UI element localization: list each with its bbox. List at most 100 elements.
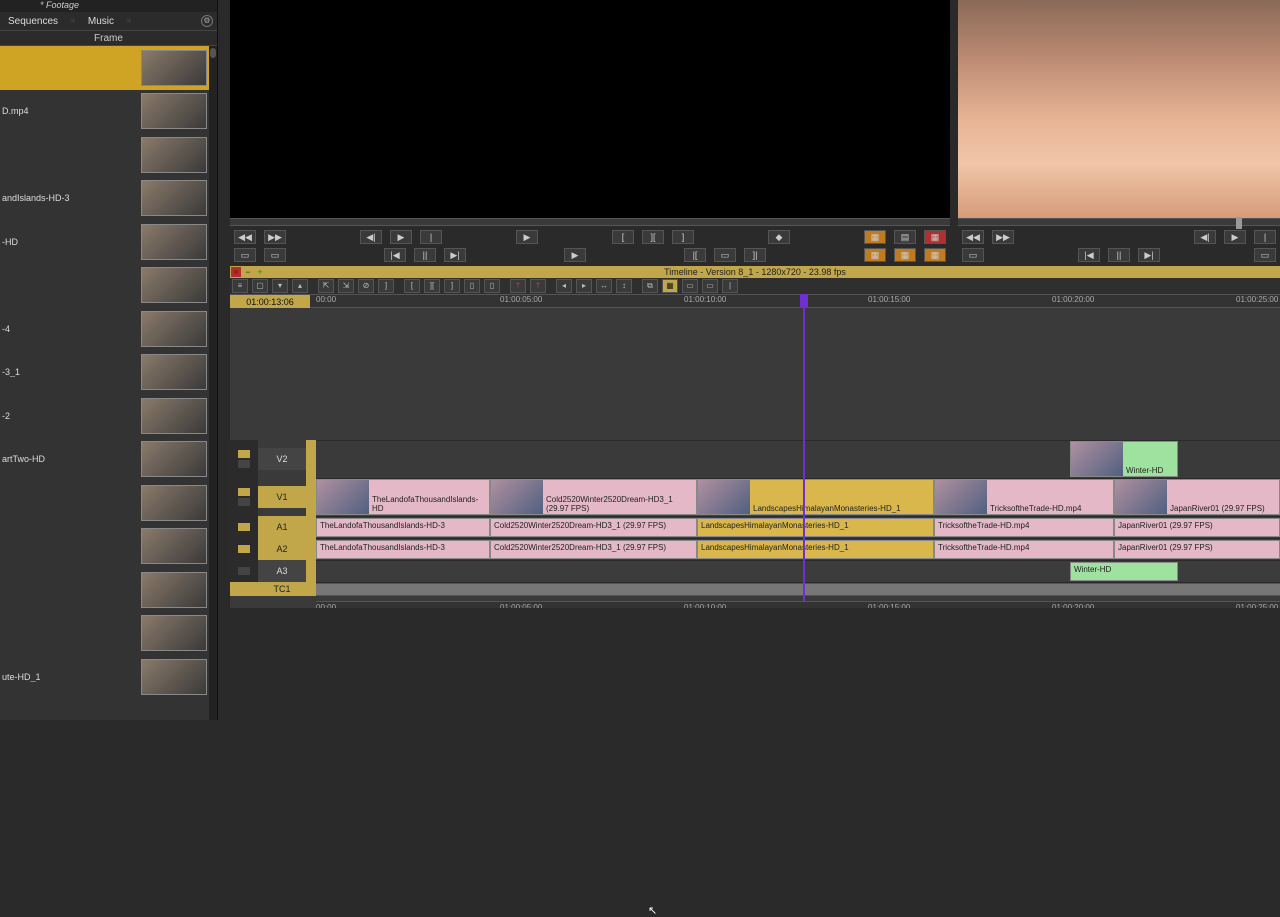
toggle-src-button[interactable]: ▦ <box>864 230 886 244</box>
video-clip[interactable]: LandscapesHimalayanMonasteries-HD_1 <box>697 479 934 515</box>
bin-thumbnail[interactable] <box>141 572 207 608</box>
track-v2[interactable]: Winter-HD <box>316 440 1280 478</box>
extract-button[interactable]: ⇲ <box>338 279 354 293</box>
audio-clip[interactable]: Cold2520Winter2520Dream-HD3_1 (29.97 FPS… <box>490 540 697 559</box>
timecode-readout[interactable]: 01:00:13:06 <box>230 295 310 309</box>
pause-button[interactable]: || <box>1108 248 1130 262</box>
audio-clip[interactable]: TricksoftheTrade-HD.mp4 <box>934 540 1114 559</box>
play-in-out-button[interactable]: ▶ <box>516 230 538 244</box>
mark-in-button[interactable]: [ <box>404 279 420 293</box>
bin-row[interactable] <box>0 481 209 525</box>
slide-button[interactable]: ↕ <box>616 279 632 293</box>
pause-button[interactable]: || <box>414 248 436 262</box>
close-window-icon[interactable]: × <box>231 267 241 277</box>
jog-back-button[interactable]: |◀ <box>1078 248 1100 262</box>
bin-row[interactable]: -3_1 <box>0 351 209 395</box>
goto-out-button[interactable]: ]| <box>744 248 766 262</box>
bin-row[interactable] <box>0 133 209 177</box>
clear-button[interactable]: ▭ <box>234 248 256 262</box>
bin-column-header[interactable]: Frame <box>0 30 217 46</box>
marker-button[interactable]: ◆ <box>768 230 790 244</box>
replace-button[interactable]: ▦ <box>924 248 946 262</box>
out-button[interactable]: ] <box>378 279 394 293</box>
bin-thumbnail[interactable] <box>141 485 207 521</box>
bin-thumbnail[interactable] <box>141 528 207 564</box>
view-icon[interactable]: ▢ <box>252 279 268 293</box>
track-a2[interactable]: TheLandofaThousandIslands-HD-3Cold2520Wi… <box>316 538 1280 560</box>
bin-row[interactable]: ute-HD_1 <box>0 655 209 699</box>
bin-row[interactable]: -HD <box>0 220 209 264</box>
sync-button[interactable]: ▭ <box>682 279 698 293</box>
menu-icon[interactable]: ≡ <box>232 279 248 293</box>
extract-button[interactable]: ▭ <box>1254 248 1276 262</box>
fast-forward-button[interactable]: ▶▶ <box>992 230 1014 244</box>
bin-tab-music[interactable]: Music <box>80 14 122 29</box>
loop-button[interactable]: ▶ <box>564 248 586 262</box>
jog-back-button[interactable]: |◀ <box>384 248 406 262</box>
bin-row[interactable]: -4 <box>0 307 209 351</box>
add-edit-button[interactable]: † <box>510 279 526 293</box>
bin-thumbnail[interactable] <box>141 354 207 390</box>
head-button[interactable]: ▭ <box>702 279 718 293</box>
program-monitor[interactable] <box>958 0 1280 218</box>
bin-row[interactable] <box>0 568 209 612</box>
bin-thumbnail[interactable] <box>141 398 207 434</box>
source-scrub-bar[interactable] <box>230 218 950 226</box>
close-icon[interactable]: × <box>126 16 132 27</box>
scroll-thumb[interactable] <box>210 48 216 58</box>
zoom-bar[interactable] <box>230 608 1280 616</box>
tail-button[interactable]: | <box>722 279 738 293</box>
track-a1[interactable]: TheLandofaThousandIslands-HD-3Cold2520Wi… <box>316 516 1280 538</box>
video-clip[interactable]: Winter-HD <box>1070 441 1178 477</box>
link-button[interactable]: ⧉ <box>642 279 658 293</box>
clear-in-button[interactable]: ▯ <box>464 279 480 293</box>
jog-fwd-button[interactable]: ▶| <box>444 248 466 262</box>
bin-thumbnail[interactable] <box>141 311 207 347</box>
track-header-v2[interactable]: V2 <box>230 440 316 478</box>
program-scrub-bar[interactable] <box>958 218 1280 226</box>
video-clip[interactable]: JapanRiver01 (29.97 FPS) <box>1114 479 1280 515</box>
audio-clip[interactable]: LandscapesHimalayanMonasteries-HD_1 <box>697 518 934 537</box>
bin-row[interactable]: D.mp4 <box>0 90 209 134</box>
track-header-a3[interactable]: A3 <box>230 560 316 582</box>
timeline-ruler[interactable]: 01:00:13:06 00:0001:00:05:0001:00:10:000… <box>230 294 1280 308</box>
bin-thumbnail[interactable] <box>141 615 207 651</box>
goto-in-button[interactable]: |[ <box>684 248 706 262</box>
audio-clip[interactable]: JapanRiver01 (29.97 FPS) <box>1114 540 1280 559</box>
insert-button[interactable]: ▦ <box>864 248 886 262</box>
fast-forward-button[interactable]: ▶▶ <box>264 230 286 244</box>
chevron-down-icon[interactable]: ▾ <box>272 279 288 293</box>
up-icon[interactable]: ▴ <box>292 279 308 293</box>
mark-clip-button[interactable]: ][ <box>424 279 440 293</box>
close-icon[interactable]: × <box>70 16 76 27</box>
mark-clip-button[interactable]: ][ <box>642 230 664 244</box>
bin-row[interactable] <box>0 264 209 308</box>
mark-out-button[interactable]: ] <box>444 279 460 293</box>
bin-scrollbar[interactable] <box>209 46 217 720</box>
audio-clip[interactable]: TheLandofaThousandIslands-HD-3 <box>316 540 490 559</box>
playhead[interactable] <box>803 308 805 608</box>
trim-a-button[interactable]: ◂ <box>556 279 572 293</box>
video-clip[interactable]: TricksoftheTrade-HD.mp4 <box>934 479 1114 515</box>
play-button[interactable]: ▶ <box>390 230 412 244</box>
jog-fwd-button[interactable]: ▶| <box>1138 248 1160 262</box>
audio-clip[interactable]: TricksoftheTrade-HD.mp4 <box>934 518 1114 537</box>
minimize-window-icon[interactable]: − <box>243 267 253 277</box>
timeline-tracks[interactable]: Winter-HD TheLandofaThousandIslands-HDCo… <box>316 308 1280 608</box>
track-header-a2[interactable]: A2 <box>230 538 316 560</box>
clear-button[interactable]: ▭ <box>264 248 286 262</box>
slip-button[interactable]: ↔ <box>596 279 612 293</box>
bin-row[interactable] <box>0 612 209 656</box>
step-fwd-button[interactable]: | <box>1254 230 1276 244</box>
bin-thumbnail[interactable] <box>141 93 207 129</box>
rewind-button[interactable]: ◀◀ <box>234 230 256 244</box>
mark-in-button[interactable]: [ <box>612 230 634 244</box>
audio-clip[interactable]: TheLandofaThousandIslands-HD-3 <box>316 518 490 537</box>
bin-thumbnail[interactable] <box>141 137 207 173</box>
lift-button[interactable]: ⇱ <box>318 279 334 293</box>
bin-row[interactable] <box>0 525 209 569</box>
bin-tab-sequences[interactable]: Sequences <box>0 14 66 29</box>
video-clip[interactable]: Cold2520Winter2520Dream-HD3_1 (29.97 FPS… <box>490 479 697 515</box>
clear-out-button[interactable]: ▯ <box>484 279 500 293</box>
bin-thumbnail[interactable] <box>141 50 207 86</box>
